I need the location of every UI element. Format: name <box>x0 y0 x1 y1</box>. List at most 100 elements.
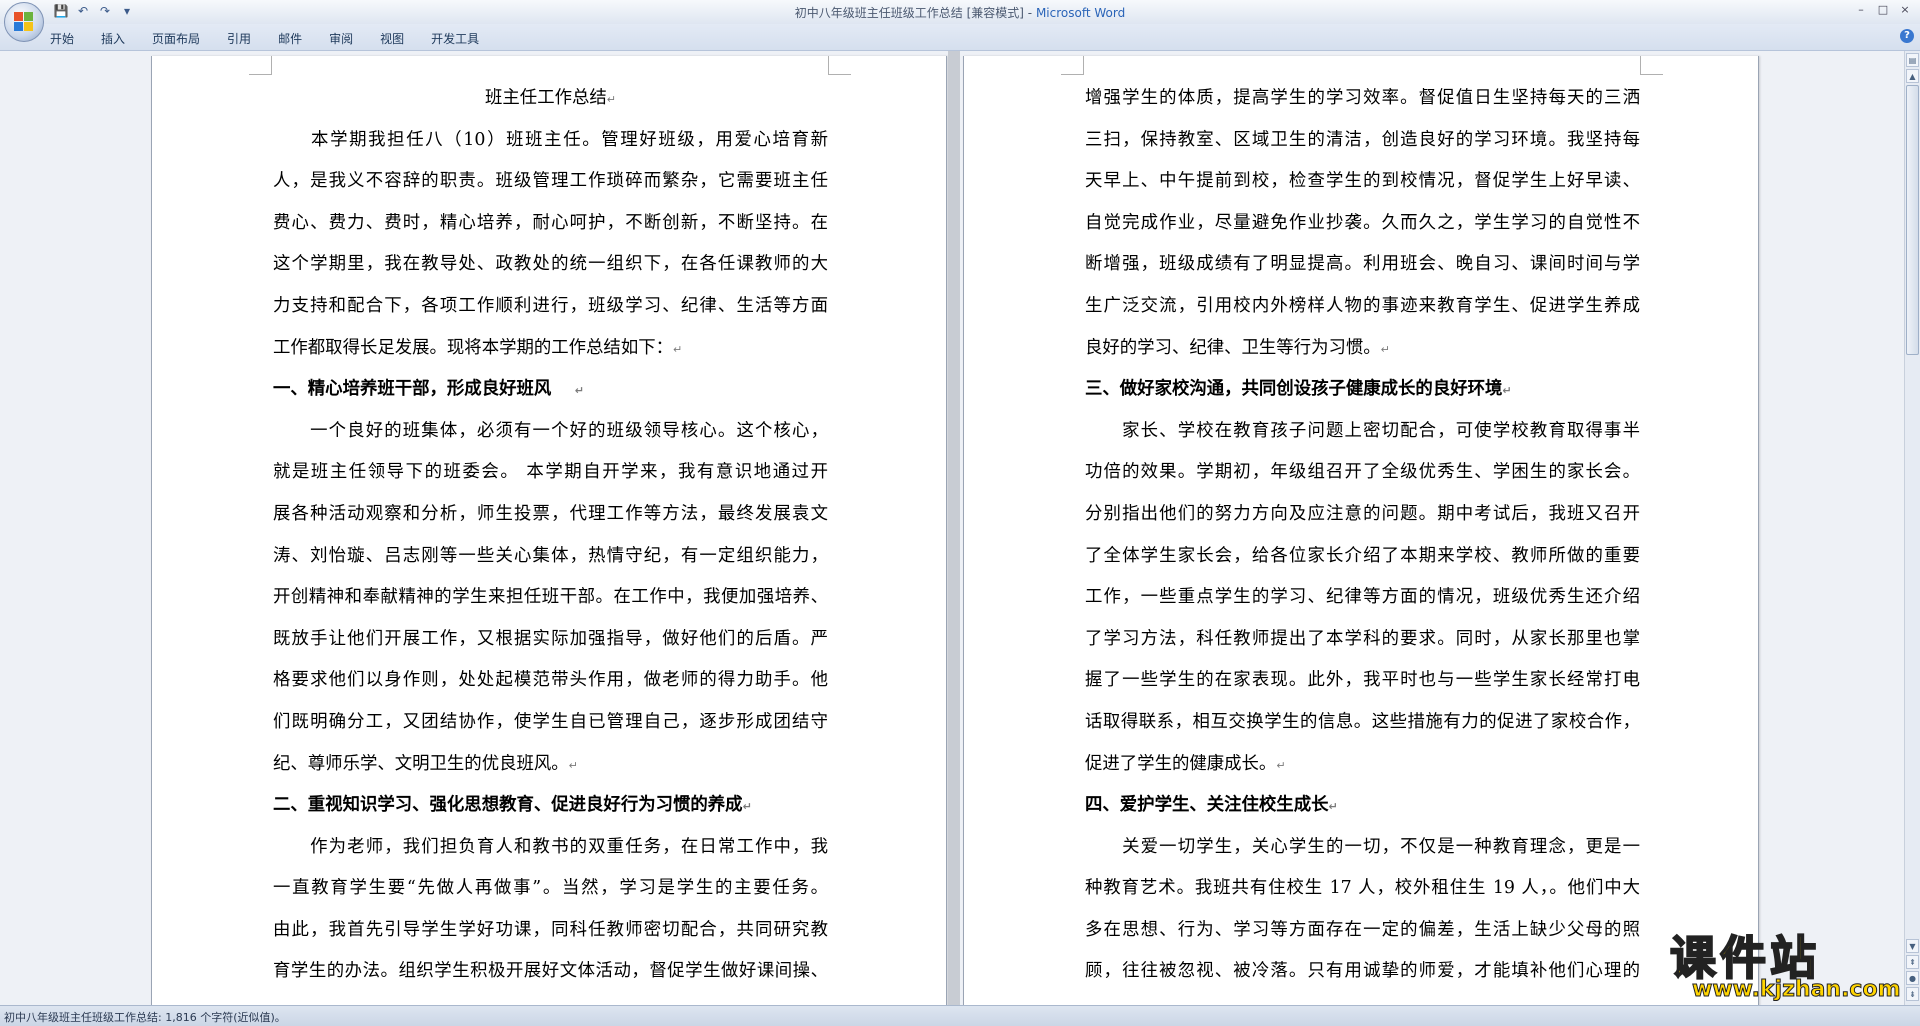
title-bar: 💾 ↶ ↷ ▾ 初中八年级班主任班级工作总结 [兼容模式] - Microsof… <box>0 0 1920 42</box>
text-line[interactable]: 开创精神和奉献精神的学生来担任班干部。在工作中，我便加强培养、 <box>273 577 828 619</box>
text-line[interactable]: 一个良好的班集体，必须有一个好的班级领导核心。这个核心， <box>273 411 828 453</box>
window-title: 初中八年级班主任班级工作总结 [兼容模式] - Microsoft Word <box>0 4 1920 21</box>
office-button[interactable] <box>4 2 44 42</box>
tab-mailings[interactable]: 邮件 <box>278 30 302 47</box>
text-line[interactable]: 握了一些学生的在家表现。此外，我平时也与一些学生家长经常打电 <box>1085 660 1640 702</box>
text-line[interactable]: 断增强，班级成绩有了明显提高。利用班会、晚自习、课间时间与学 <box>1085 244 1640 286</box>
text-line[interactable]: 分别指出他们的努力方向及应注意的问题。期中考试后，我班又召开 <box>1085 494 1640 536</box>
text-line[interactable]: 种教育艺术。我班共有住校生 17 人，校外租住生 19 人，。他们中大 <box>1085 868 1640 910</box>
tab-home[interactable]: 开始 <box>50 30 74 47</box>
text-line[interactable]: 顾，往往被忽视、被冷落。只有用诚挚的师爱，才能填补他们心理的 <box>1085 951 1640 993</box>
paragraph-mark-icon: ↵ <box>1380 342 1390 356</box>
tab-view[interactable]: 视图 <box>380 30 404 47</box>
text-line[interactable]: 人，是我义不容辞的职责。班级管理工作琐碎而繁杂，它需要班主任 <box>273 161 828 203</box>
line-text: 分别指出他们的努力方向及应注意的问题。期中考试后，我班又召开 <box>1085 503 1640 524</box>
text-line[interactable]: 良好的学习、纪律、卫生等行为习惯。↵ <box>1085 328 1640 370</box>
status-bar: 初中八年级班主任班级工作总结: 1,816 个字符(近似值)。 <box>0 1005 1920 1026</box>
line-text: 多在思想、行为、学习等方面存在一定的偏差，生活上缺少父母的照 <box>1085 919 1640 940</box>
section-heading[interactable]: 三、做好家校沟通，共同创设孩子健康成长的良好环境↵ <box>1085 369 1640 411</box>
text-line[interactable]: 增强学生的体质，提高学生的学习效率。督促值日生坚持每天的三洒 <box>1085 78 1640 120</box>
line-text: 作为老师，我们担负育人和教书的双重任务，在日常工作中，我 <box>273 836 828 857</box>
next-page-icon[interactable]: ⇟ <box>1906 987 1919 1001</box>
line-text: 涛、刘怡璇、吕志刚等一些关心集体，热情守纪，有一定组织能力， <box>273 545 828 566</box>
line-text: 三扫，保持教室、区域卫生的清洁，创造良好的学习环境。我坚持每 <box>1085 129 1640 150</box>
minimize-button[interactable]: – <box>1850 2 1872 18</box>
tab-review[interactable]: 审阅 <box>329 30 353 47</box>
scroll-thumb[interactable] <box>1906 85 1919 355</box>
text-line[interactable]: 话取得联系，相互交换学生的信息。这些措施有力的促进了家校合作， <box>1085 702 1640 744</box>
text-line[interactable]: 们既明确分工，又团结协作，使学生自已管理自己，逐步形成团结守 <box>273 702 828 744</box>
scroll-up-icon[interactable]: ▲ <box>1906 69 1919 83</box>
text-line[interactable]: 作为老师，我们担负育人和教书的双重任务，在日常工作中，我 <box>273 827 828 869</box>
crop-mark <box>828 56 851 75</box>
line-text: 就是班主任领导下的班委会。 本学期自开学来，我有意识地通过开 <box>273 462 828 483</box>
text-line[interactable]: 家长、学校在教育孩子问题上密切配合，可使学校教育取得事半 <box>1085 411 1640 453</box>
text-line[interactable]: 既放手让他们开展工作，又根据实际加强指导，做好他们的后盾。严 <box>273 619 828 661</box>
tab-developer[interactable]: 开发工具 <box>431 30 479 47</box>
line-text: 一、精心培养班干部，形成良好班风 <box>273 379 575 400</box>
line-text: 工作都取得长足发展。现将本学期的工作总结如下： <box>273 337 673 358</box>
maximize-button[interactable]: □ <box>1872 2 1894 18</box>
select-browse-object-icon[interactable]: ● <box>1906 971 1919 985</box>
help-icon[interactable]: ? <box>1900 29 1914 43</box>
text-line[interactable]: 费心、费力、费时，精心培养，耐心呵护，不断创新，不断坚持。在 <box>273 203 828 245</box>
text-line[interactable]: 关爱一切学生，关心学生的一切，不仅是一种教育理念，更是一 <box>1085 827 1640 869</box>
text-line[interactable]: 涛、刘怡璇、吕志刚等一些关心集体，热情守纪，有一定组织能力， <box>273 536 828 578</box>
ruler-toggle-icon[interactable]: ▤ <box>1906 53 1919 67</box>
text-line[interactable]: 工作都取得长足发展。现将本学期的工作总结如下：↵ <box>273 328 828 370</box>
line-text: 们既明确分工，又团结协作，使学生自已管理自己，逐步形成团结守 <box>273 711 828 732</box>
text-line[interactable]: 这个学期里，我在教导处、政教处的统一组织下，在各任课教师的大 <box>273 244 828 286</box>
text-line[interactable]: 展各种活动观察和分析，师生投票，代理工作等方法，最终发展袁文 <box>273 494 828 536</box>
section-heading[interactable]: 四、爱护学生、关注住校生成长↵ <box>1085 785 1640 827</box>
text-line[interactable]: 了学习方法，科任教师提出了本学科的要求。同时，从家长那里也掌 <box>1085 619 1640 661</box>
text-line[interactable]: 由此，我首先引导学生学好功课，同科任教师密切配合，共同研究教 <box>273 910 828 952</box>
text-line[interactable]: 生广泛交流，引用校内外榜样人物的事迹来教育学生、促进学生养成 <box>1085 286 1640 328</box>
line-text: 开创精神和奉献精神的学生来担任班干部。在工作中，我便加强培养、 <box>273 587 828 608</box>
text-line[interactable]: 格要求他们以身作则，处处起模范带头作用，做老师的得力助手。他 <box>273 660 828 702</box>
page-2-text[interactable]: 增强学生的体质，提高学生的学习效率。督促值日生坚持每天的三洒 三扫，保持教室、区域… <box>1085 78 1640 993</box>
text-line[interactable]: 就是班主任领导下的班委会。 本学期自开学来，我有意识地通过开 <box>273 452 828 494</box>
text-line[interactable]: 了全体学生家长会，给各位家长介绍了本期来学校、教师所做的重要 <box>1085 536 1640 578</box>
line-text: 一直教育学生要“先做人再做事”。当然，学习是学生的主要任务。 <box>273 878 828 899</box>
close-button[interactable]: × <box>1894 2 1916 18</box>
paragraph-mark-icon: ↵ <box>568 758 578 772</box>
page-2[interactable]: 增强学生的体质，提高学生的学习效率。督促值日生坚持每天的三洒 三扫，保持教室、区域… <box>963 56 1759 1005</box>
previous-page-icon[interactable]: ⇞ <box>1906 955 1919 969</box>
section-heading[interactable]: 二、重视知识学习、强化思想教育、促进良好行为习惯的养成↵ <box>273 785 828 827</box>
tab-insert[interactable]: 插入 <box>101 30 125 47</box>
line-text: 由此，我首先引导学生学好功课，同科任教师密切配合，共同研究教 <box>273 919 828 940</box>
line-text: 话取得联系，相互交换学生的信息。这些措施有力的促进了家校合作， <box>1085 711 1640 732</box>
text-line[interactable]: 自觉完成作业，尽量避免作业抄袭。久而久之，学生学习的自觉性不 <box>1085 203 1640 245</box>
paragraph-mark-icon: ↵ <box>574 384 584 398</box>
text-line[interactable]: 多在思想、行为、学习等方面存在一定的偏差，生活上缺少父母的照 <box>1085 910 1640 952</box>
text-line[interactable]: 天早上、中午提前到校，检查学生的到校情况，督促学生上好早读、 <box>1085 161 1640 203</box>
text-line[interactable]: 育学生的办法。组织学生积极开展好文体活动，督促学生做好课间操、 <box>273 951 828 993</box>
document-area[interactable]: 班主任工作总结↵ 本学期我担任八（10）班班主任。管理好班级，用爱心培育新 人，是… <box>0 51 1905 1005</box>
line-text: 关爱一切学生，关心学生的一切，不仅是一种教育理念，更是一 <box>1085 836 1640 857</box>
page-1[interactable]: 班主任工作总结↵ 本学期我担任八（10）班班主任。管理好班级，用爱心培育新 人，是… <box>151 56 947 1005</box>
vertical-scrollbar[interactable]: ▤ ▲ ▼ ⇞ ● ⇟ <box>1904 51 1920 1005</box>
page-1-text[interactable]: 班主任工作总结↵ 本学期我担任八（10）班班主任。管理好班级，用爱心培育新 人，是… <box>273 78 828 993</box>
status-text: 初中八年级班主任班级工作总结: 1,816 个字符(近似值)。 <box>4 1011 286 1024</box>
tab-page-layout[interactable]: 页面布局 <box>152 30 200 47</box>
text-line[interactable]: 本学期我担任八（10）班班主任。管理好班级，用爱心培育新 <box>273 120 828 162</box>
crop-mark <box>1061 56 1084 75</box>
text-line[interactable]: 功倍的效果。学期初，年级组召开了全级优秀生、学困生的家长会。 <box>1085 452 1640 494</box>
text-line[interactable]: 一直教育学生要“先做人再做事”。当然，学习是学生的主要任务。 <box>273 868 828 910</box>
line-text: 二、重视知识学习、强化思想教育、促进良好行为习惯的养成 <box>273 795 743 816</box>
line-text: 四、爱护学生、关注住校生成长 <box>1085 795 1329 816</box>
line-text: 增强学生的体质，提高学生的学习效率。督促值日生坚持每天的三洒 <box>1085 88 1640 108</box>
text-line[interactable]: 力支持和配合下，各项工作顺利进行，班级学习、纪律、生活等方面 <box>273 286 828 328</box>
page-gap <box>948 51 960 1005</box>
document-heading[interactable]: 班主任工作总结↵ <box>273 78 828 120</box>
tab-references[interactable]: 引用 <box>227 30 251 47</box>
crop-mark <box>249 56 272 75</box>
line-text: 一个良好的班集体，必须有一个好的班级领导核心。这个核心， <box>273 420 828 441</box>
text-line[interactable]: 三扫，保持教室、区域卫生的清洁，创造良好的学习环境。我坚持每 <box>1085 120 1640 162</box>
text-line[interactable]: 工作，一些重点学生的学习、纪律等方面的情况，班级优秀生还介绍 <box>1085 577 1640 619</box>
paragraph-mark-icon: ↵ <box>673 342 683 356</box>
scroll-down-icon[interactable]: ▼ <box>1906 939 1919 953</box>
text-line[interactable]: 纪、尊师乐学、文明卫生的优良班风。↵ <box>273 744 828 786</box>
text-line[interactable]: 促进了学生的健康成长。↵ <box>1085 744 1640 786</box>
section-heading[interactable]: 一、精心培养班干部，形成良好班风 ↵ <box>273 369 828 411</box>
